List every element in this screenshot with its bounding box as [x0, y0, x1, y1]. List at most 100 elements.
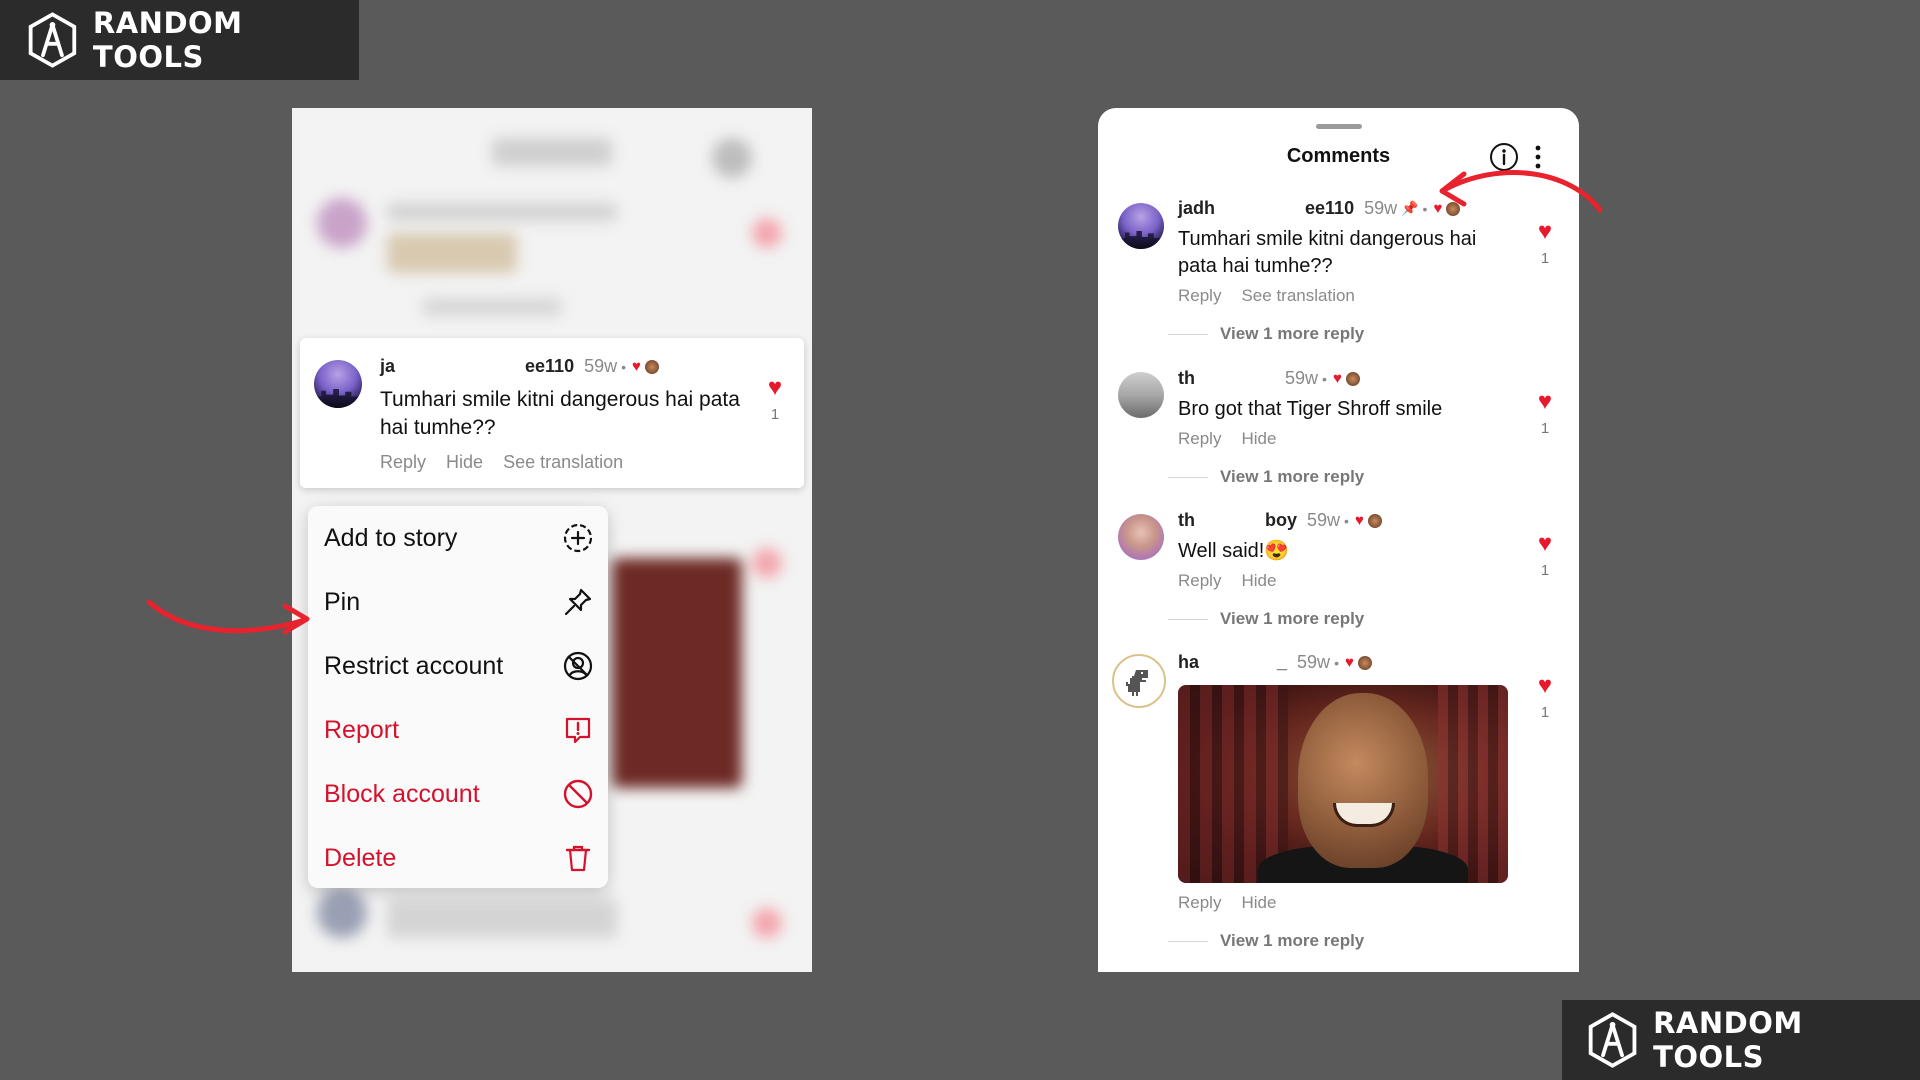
menu-item-add-to-story[interactable]: Add to story — [308, 506, 608, 570]
comments-sheet: Comments jadh ee110 59w 📌 • ♥ Tumhari sm… — [1098, 108, 1579, 972]
view-more-replies[interactable]: View 1 more reply — [1168, 931, 1364, 951]
username-end[interactable]: ee110 — [1305, 198, 1354, 219]
menu-item-pin[interactable]: Pin — [308, 570, 608, 634]
comment-text: Tumhari smile kitni dangerous hai pata h… — [380, 388, 740, 439]
report-icon — [562, 714, 594, 746]
heart-icon: ♥ — [767, 374, 783, 401]
comment-meta: th 59w • ♥ — [1178, 368, 1360, 389]
timestamp: 59w — [1285, 368, 1319, 388]
heart-icon: ♥ — [1537, 218, 1553, 245]
block-icon — [562, 778, 594, 810]
reply-button[interactable]: Reply — [1178, 429, 1221, 449]
selected-comment: ja ee110 59w • ♥ Tumhari smile kitni dan… — [300, 338, 804, 488]
view-more-replies[interactable]: View 1 more reply — [1168, 609, 1364, 629]
avatar[interactable] — [314, 360, 362, 408]
timestamp: 59w — [1297, 652, 1331, 672]
username-end[interactable]: boy — [1265, 510, 1297, 531]
comment-text: Well said!😍 — [1178, 540, 1290, 562]
pointer-arrow-left — [146, 599, 310, 635]
trash-icon — [562, 842, 594, 874]
menu-item-delete[interactable]: Delete — [308, 826, 608, 890]
menu-item-restrict-account[interactable]: Restrict account — [308, 634, 608, 698]
brand-name: RANDOM TOOLS — [92, 6, 243, 74]
creator-avatar — [1345, 371, 1360, 386]
username[interactable]: jadh — [1178, 198, 1215, 219]
avatar[interactable] — [1118, 203, 1164, 249]
avatar[interactable] — [1118, 372, 1164, 418]
timestamp: 59w — [1307, 510, 1341, 530]
like-count: 1 — [1540, 562, 1550, 579]
menu-item-report[interactable]: Report — [308, 698, 608, 762]
like-button[interactable]: ♥ 1 — [760, 374, 790, 424]
brand-badge-bottom: RANDOM TOOLS — [1562, 1000, 1920, 1080]
comment-meta: jadh ee110 59w 📌 • ♥ — [1178, 198, 1461, 219]
menu-item-label: Delete — [324, 843, 397, 872]
reply-button[interactable]: Reply — [1178, 286, 1221, 306]
like-button[interactable]: ♥ 1 — [1530, 388, 1560, 438]
username-end[interactable]: _ — [1277, 652, 1287, 673]
creator-avatar — [1357, 655, 1372, 670]
like-count: 1 — [770, 406, 780, 423]
see-translation-button[interactable]: See translation — [1241, 286, 1354, 306]
comment-text: Bro got that Tiger Shroff smile — [1178, 398, 1443, 420]
timestamp: 59w — [584, 356, 618, 376]
restrict-icon — [562, 650, 594, 682]
comment-meta: ja ee110 59w • ♥ — [380, 356, 659, 377]
menu-item-label: Report — [324, 715, 400, 744]
menu-item-label: Add to story — [324, 523, 458, 552]
reply-button[interactable]: Reply — [1178, 571, 1221, 591]
comment-meta: ha _ 59w • ♥ — [1178, 652, 1372, 673]
like-button[interactable]: ♥ 1 — [1530, 672, 1560, 722]
menu-item-label: Restrict account — [324, 651, 504, 680]
hide-button[interactable]: Hide — [1241, 893, 1276, 913]
creator-heart-icon: ♥ — [632, 358, 641, 375]
creator-heart-icon: ♥ — [1344, 654, 1354, 671]
comment-actions: Reply Hide — [1178, 571, 1276, 591]
menu-item-label: Pin — [324, 587, 361, 616]
like-count: 1 — [1540, 420, 1550, 437]
comment-actions: Reply See translation — [1178, 286, 1355, 306]
timestamp: 59w — [1364, 198, 1398, 218]
username[interactable]: ha — [1178, 652, 1199, 673]
brand-name: RANDOM TOOLS — [1653, 1006, 1803, 1074]
random-tools-logo-icon — [1588, 1012, 1637, 1068]
creator-avatar — [644, 359, 659, 374]
comment-options-menu: Add to story Pin Restrict account Report… — [308, 506, 608, 888]
sheet-grabber[interactable] — [1316, 124, 1362, 129]
username[interactable]: ja — [380, 356, 395, 377]
username[interactable]: th — [1178, 510, 1195, 531]
reply-button[interactable]: Reply — [380, 452, 426, 473]
creator-avatar — [1367, 513, 1382, 528]
comment-text: Tumhari smile kitni dangerous hai pata h… — [1178, 228, 1477, 277]
view-more-replies[interactable]: View 1 more reply — [1168, 467, 1364, 487]
avatar[interactable] — [1112, 654, 1166, 708]
comment-options-screen: ja ee110 59w • ♥ Tumhari smile kitni dan… — [292, 108, 812, 972]
hide-button[interactable]: Hide — [1241, 429, 1276, 449]
see-translation-button[interactable]: See translation — [503, 452, 623, 473]
dino-icon — [1126, 670, 1148, 696]
reply-button[interactable]: Reply — [1178, 893, 1221, 913]
username[interactable]: th — [1178, 368, 1195, 389]
heart-icon: ♥ — [1537, 388, 1553, 415]
comment-meta: th boy 59w • ♥ — [1178, 510, 1382, 531]
username-end[interactable]: ee110 — [525, 356, 574, 377]
pinned-icon: 📌 — [1401, 200, 1419, 216]
avatar[interactable] — [1118, 514, 1164, 560]
comment-actions: Reply Hide — [1178, 429, 1276, 449]
view-more-replies[interactable]: View 1 more reply — [1168, 324, 1364, 344]
like-count: 1 — [1540, 250, 1550, 267]
hide-button[interactable]: Hide — [446, 452, 483, 473]
pin-icon — [562, 586, 594, 618]
menu-item-label: Block account — [324, 779, 480, 808]
brand-badge-top: RANDOM TOOLS — [0, 0, 359, 80]
random-tools-logo-icon — [28, 12, 77, 68]
like-button[interactable]: ♥ 1 — [1530, 218, 1560, 268]
like-button[interactable]: ♥ 1 — [1530, 530, 1560, 580]
menu-item-block-account[interactable]: Block account — [308, 762, 608, 826]
hide-button[interactable]: Hide — [1241, 571, 1276, 591]
like-count: 1 — [1540, 704, 1550, 721]
gif-attachment[interactable] — [1178, 685, 1508, 883]
heart-icon: ♥ — [1537, 530, 1553, 557]
heart-icon: ♥ — [1537, 672, 1553, 699]
creator-heart-icon: ♥ — [1354, 512, 1364, 529]
